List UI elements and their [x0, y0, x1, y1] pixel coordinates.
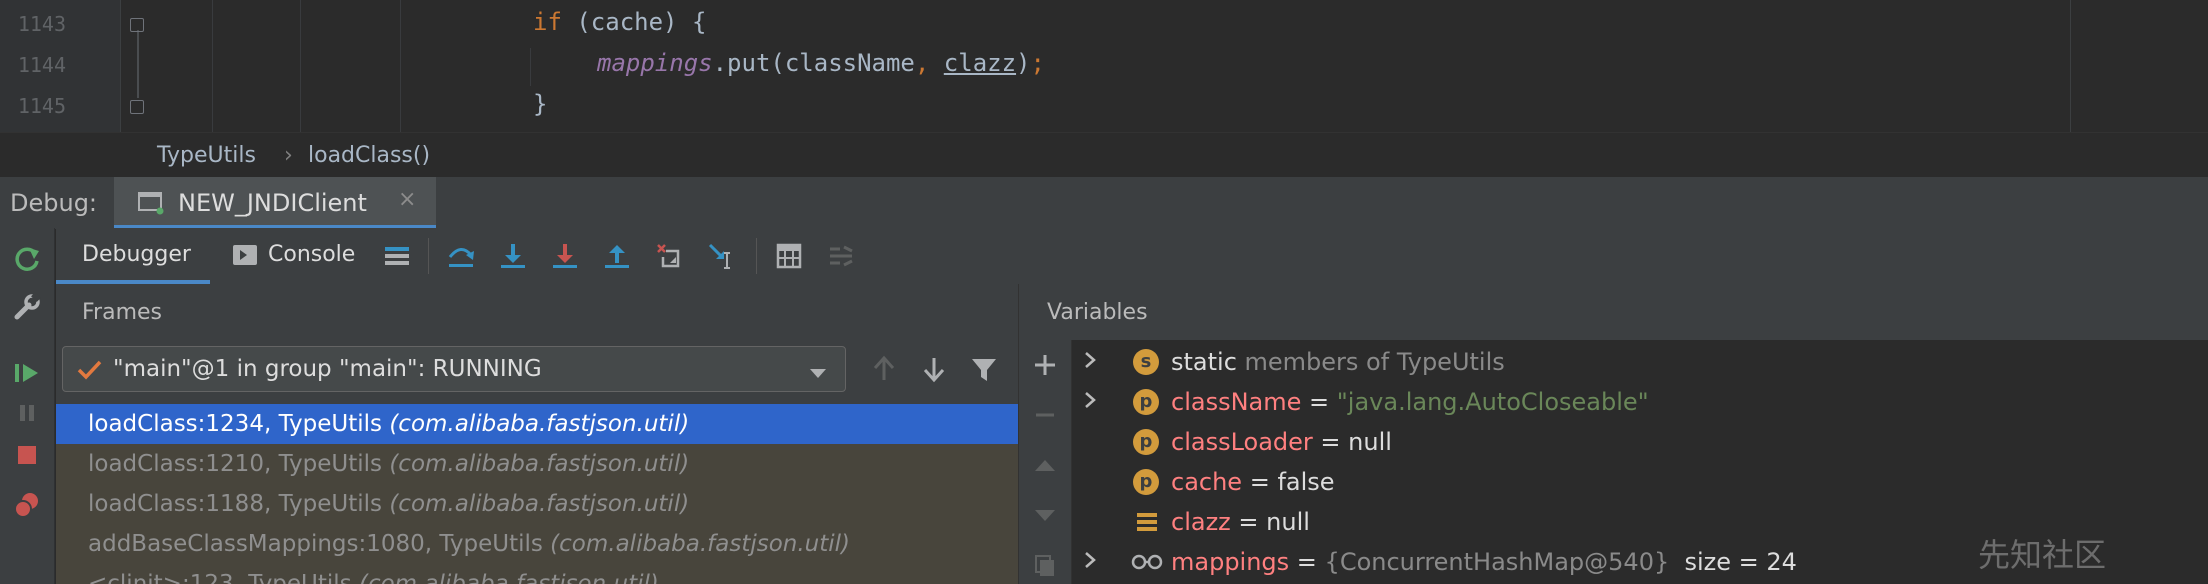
- fold-open-icon[interactable]: [130, 18, 144, 32]
- breadcrumb-class[interactable]: TypeUtils: [157, 143, 256, 168]
- chevron-right-icon[interactable]: [1083, 550, 1097, 575]
- pause-program-icon[interactable]: [10, 396, 44, 430]
- tab-debugger[interactable]: Debugger: [56, 228, 210, 284]
- tab-debugger-label: Debugger: [82, 242, 191, 267]
- frame-text: loadClass:1188, TypeUtils (com.alibaba.f…: [88, 491, 690, 517]
- frame-text: <clinit>:123, TypeUtils (com.alibaba.fas…: [88, 571, 659, 584]
- step-out-icon[interactable]: [602, 241, 632, 271]
- variable-row[interactable]: p cache = false: [1071, 462, 2208, 502]
- parameter-badge-icon: p: [1133, 389, 1159, 415]
- step-into-icon[interactable]: [498, 241, 528, 271]
- tab-console-label: Console: [268, 242, 356, 267]
- step-over-icon[interactable]: [446, 241, 476, 271]
- variable-text: clazz = null: [1171, 508, 1310, 536]
- parameter-badge-icon: p: [1133, 429, 1159, 455]
- console-icon: [232, 244, 258, 272]
- arrow-up-icon[interactable]: [870, 354, 898, 388]
- show-execution-point-icon[interactable]: [382, 241, 412, 271]
- frame-row[interactable]: loadClass:1210, TypeUtils (com.alibaba.f…: [56, 444, 1018, 484]
- gutter-divider: [120, 0, 121, 132]
- watch-glasses-icon: [1131, 552, 1163, 576]
- variable-text: cache = false: [1171, 468, 1335, 496]
- fold-line: [137, 30, 139, 98]
- watermark: 先知社区: [1978, 536, 2107, 574]
- console-window-icon: [138, 191, 164, 219]
- variables-header: Variables: [1019, 284, 2208, 340]
- debug-tool-window-header: Debug: NEW_JNDIClient ×: [0, 176, 2208, 229]
- code-line-1145[interactable]: }: [533, 90, 547, 118]
- variable-text: classLoader = null: [1171, 428, 1392, 456]
- resume-program-icon[interactable]: [10, 356, 44, 390]
- copy-icon[interactable]: [1032, 552, 1058, 582]
- chevron-right-icon[interactable]: [1083, 390, 1097, 415]
- frame-text: loadClass:1210, TypeUtils (com.alibaba.f…: [88, 451, 690, 477]
- toolbar-separator: [756, 238, 757, 274]
- breadcrumb: TypeUtils › loadClass(): [0, 132, 2208, 177]
- line-number: 1143: [17, 12, 66, 36]
- indent-guide: [400, 0, 401, 132]
- line-number: 1145: [17, 94, 66, 118]
- variables-title: Variables: [1047, 300, 1148, 325]
- trace-current-stream-icon[interactable]: [826, 241, 856, 271]
- variable-row[interactable]: p classLoader = null: [1071, 422, 2208, 462]
- rerun-icon[interactable]: [10, 242, 44, 276]
- frames-panel: Frames "main"@1 in group "main": RUNNING…: [56, 284, 1018, 584]
- frame-text: addBaseClassMappings:1080, TypeUtils (co…: [88, 531, 851, 557]
- code-line-1143[interactable]: if (cache) {: [533, 8, 706, 36]
- frames-title: Frames: [82, 300, 163, 325]
- debugger-tab-bar: Debugger Console: [56, 228, 2208, 285]
- variable-text: mappings = {ConcurrentHashMap@540} size …: [1171, 548, 1797, 576]
- local-variable-icon: [1135, 510, 1159, 538]
- filter-icon[interactable]: [970, 356, 998, 388]
- add-watch-icon[interactable]: [1032, 352, 1058, 382]
- chevron-down-icon: [809, 365, 827, 384]
- move-down-icon[interactable]: [1032, 502, 1058, 532]
- right-margin-line: [2070, 0, 2071, 132]
- wrench-icon[interactable]: [10, 290, 44, 324]
- code-editor[interactable]: 1143 1144 1145 if (cache) { mappings.put…: [0, 0, 2208, 132]
- breadcrumb-method[interactable]: loadClass(): [308, 143, 430, 168]
- variable-row[interactable]: p className = "java.lang.AutoCloseable": [1071, 382, 2208, 422]
- debug-side-toolbar: [0, 228, 55, 584]
- view-breakpoints-icon[interactable]: [10, 488, 44, 522]
- thread-label: "main"@1 in group "main": RUNNING: [113, 356, 542, 382]
- drop-frame-icon[interactable]: [654, 241, 684, 271]
- move-up-icon[interactable]: [1032, 452, 1058, 482]
- fold-close-icon[interactable]: [130, 100, 144, 114]
- indent-guide: [212, 0, 213, 132]
- chevron-right-icon[interactable]: [1083, 350, 1097, 375]
- variables-side-toolbar: [1019, 340, 1072, 584]
- frame-row[interactable]: loadClass:1234, TypeUtils (com.alibaba.f…: [56, 404, 1018, 444]
- evaluate-expression-icon[interactable]: [774, 241, 804, 271]
- force-step-into-icon[interactable]: [550, 241, 580, 271]
- toolbar-separator: [428, 238, 429, 274]
- breadcrumb-separator: ›: [284, 143, 293, 168]
- close-icon[interactable]: ×: [398, 187, 416, 212]
- variable-row[interactable]: s static members of TypeUtils: [1071, 342, 2208, 382]
- run-config-tab[interactable]: NEW_JNDIClient ×: [114, 177, 436, 229]
- frame-row[interactable]: <clinit>:123, TypeUtils (com.alibaba.fas…: [56, 564, 1018, 584]
- thread-selector[interactable]: "main"@1 in group "main": RUNNING: [62, 346, 846, 392]
- variable-text: className = "java.lang.AutoCloseable": [1171, 388, 1649, 416]
- frame-row[interactable]: loadClass:1188, TypeUtils (com.alibaba.f…: [56, 484, 1018, 524]
- frame-text: loadClass:1234, TypeUtils (com.alibaba.f…: [88, 411, 690, 437]
- parameter-badge-icon: p: [1133, 469, 1159, 495]
- run-tab-label: NEW_JNDIClient: [178, 189, 367, 217]
- arrow-down-icon[interactable]: [920, 354, 948, 388]
- frame-row[interactable]: addBaseClassMappings:1080, TypeUtils (co…: [56, 524, 1018, 564]
- debug-title: Debug:: [10, 189, 98, 217]
- check-icon: [77, 359, 103, 385]
- run-to-cursor-icon[interactable]: [706, 241, 736, 271]
- stop-icon[interactable]: [10, 438, 44, 472]
- variable-text: static members of TypeUtils: [1171, 348, 1505, 376]
- remove-watch-icon[interactable]: [1032, 402, 1058, 432]
- static-badge-icon: s: [1133, 349, 1159, 375]
- indent-guide: [530, 48, 531, 86]
- code-line-1144[interactable]: mappings.put(className, clazz);: [597, 49, 1045, 77]
- line-number: 1144: [17, 53, 66, 77]
- indent-guide: [300, 0, 301, 132]
